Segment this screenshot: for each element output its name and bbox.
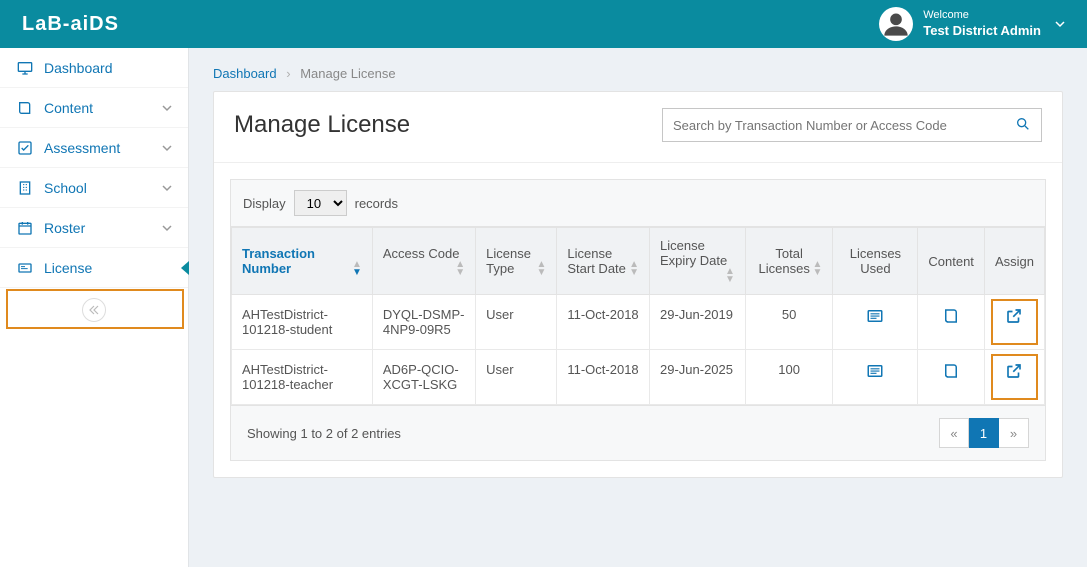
cell-total: 100 (745, 350, 833, 405)
cell-expiry: 29-Jun-2025 (650, 350, 746, 405)
cell-transaction: AHTestDistrict-101218-student (232, 295, 373, 350)
avatar (879, 7, 913, 41)
cell-transaction: AHTestDistrict-101218-teacher (232, 350, 373, 405)
check-icon (16, 140, 34, 156)
table-footer: Showing 1 to 2 of 2 entries « 1 » (231, 405, 1045, 460)
content-button[interactable] (918, 295, 985, 350)
username: Test District Admin (923, 23, 1041, 40)
welcome-label: Welcome (923, 8, 1041, 22)
cell-total: 50 (745, 295, 833, 350)
assign-button[interactable] (984, 350, 1044, 405)
cell-start: 11-Oct-2018 (557, 350, 650, 405)
licenses-used-button[interactable] (833, 350, 918, 405)
user-icon (882, 10, 910, 38)
sidebar-item-content[interactable]: Content (0, 88, 188, 128)
cell-license-type: User (476, 295, 557, 350)
cell-access-code: DYQL-DSMP-4NP9-09R5 (372, 295, 475, 350)
book-icon (16, 100, 34, 116)
topbar: LaB-aiDS Welcome Test District Admin (0, 0, 1087, 48)
chevron-down-icon (1055, 16, 1065, 32)
pager-prev-button[interactable]: « (939, 418, 969, 448)
content-button[interactable] (918, 350, 985, 405)
panel-header: Manage License (214, 92, 1062, 163)
table-row: AHTestDistrict-101218-student DYQL-DSMP-… (232, 295, 1045, 350)
entries-info: Showing 1 to 2 of 2 entries (247, 426, 401, 441)
active-indicator-icon (181, 261, 189, 275)
page-title: Manage License (234, 111, 410, 139)
content-area: Dashboard › Manage License Manage Licens… (189, 48, 1087, 567)
chevron-left-double-icon (89, 305, 99, 315)
sidebar-item-roster[interactable]: Roster (0, 208, 188, 248)
brand-logo: LaB-aiDS (22, 13, 119, 36)
highlight-box (991, 354, 1038, 400)
col-access-code[interactable]: Access Code▲▼ (372, 228, 475, 295)
search-input[interactable] (673, 118, 1015, 133)
book-icon (942, 362, 960, 380)
list-icon (866, 307, 884, 325)
cell-start: 11-Oct-2018 (557, 295, 650, 350)
licenses-used-button[interactable] (833, 295, 918, 350)
chevron-down-icon (162, 220, 172, 236)
sidebar-item-assessment[interactable]: Assessment (0, 128, 188, 168)
breadcrumb-separator: › (286, 66, 290, 81)
pager-page-button[interactable]: 1 (969, 418, 999, 448)
sidebar-item-license[interactable]: License (0, 248, 188, 288)
chevron-down-icon (162, 140, 172, 156)
building-icon (16, 180, 34, 196)
assign-button[interactable] (984, 295, 1044, 350)
table-row: AHTestDistrict-101218-teacher AD6P-QCIO-… (232, 350, 1045, 405)
sidebar-item-label: School (44, 180, 152, 196)
display-records-select[interactable]: 10 (294, 190, 347, 216)
display-row: Display 10 records (231, 180, 1045, 227)
cell-license-type: User (476, 350, 557, 405)
chevron-down-icon (162, 100, 172, 116)
license-table: Transaction Number▲▼ Access Code▲▼ Licen… (231, 227, 1045, 405)
sidebar-item-school[interactable]: School (0, 168, 188, 208)
display-label-pre: Display (243, 196, 286, 211)
pager-next-button[interactable]: » (999, 418, 1029, 448)
sidebar-item-label: Roster (44, 220, 152, 236)
sidebar-collapse-button[interactable] (82, 298, 106, 322)
search-box[interactable] (662, 108, 1042, 142)
col-used: Licenses Used (833, 228, 918, 295)
breadcrumb-root[interactable]: Dashboard (213, 66, 277, 81)
breadcrumb-current: Manage License (300, 66, 395, 81)
user-menu[interactable]: Welcome Test District Admin (879, 7, 1065, 41)
monitor-icon (16, 60, 34, 76)
calendar-icon (16, 220, 34, 236)
sidebar-item-label: License (44, 260, 172, 276)
cell-access-code: AD6P-QCIO-XCGT-LSKG (372, 350, 475, 405)
display-label-post: records (355, 196, 398, 211)
highlight-box (991, 299, 1038, 345)
user-text: Welcome Test District Admin (923, 8, 1041, 39)
card-icon (16, 260, 34, 276)
chevron-down-icon (162, 180, 172, 196)
list-icon (866, 362, 884, 380)
col-expiry-date[interactable]: License Expiry Date▲▼ (650, 228, 746, 295)
sidebar: Dashboard Content Assessment School Rost… (0, 48, 189, 567)
sidebar-item-label: Dashboard (44, 60, 172, 76)
brand-text: LaB-aiDS (22, 13, 119, 35)
sidebar-item-dashboard[interactable]: Dashboard (0, 48, 188, 88)
panel: Manage License Display 10 records (213, 91, 1063, 478)
search-icon[interactable] (1015, 116, 1031, 135)
cell-expiry: 29-Jun-2019 (650, 295, 746, 350)
breadcrumb: Dashboard › Manage License (213, 66, 1063, 81)
col-content: Content (918, 228, 985, 295)
col-transaction[interactable]: Transaction Number▲▼ (232, 228, 373, 295)
sidebar-item-label: Content (44, 100, 152, 116)
col-start-date[interactable]: License Start Date▲▼ (557, 228, 650, 295)
col-total[interactable]: Total Licenses▲▼ (745, 228, 833, 295)
col-assign: Assign (984, 228, 1044, 295)
pager: « 1 » (939, 418, 1029, 448)
col-license-type[interactable]: License Type▲▼ (476, 228, 557, 295)
sidebar-item-label: Assessment (44, 140, 152, 156)
book-icon (942, 307, 960, 325)
table-wrap: Display 10 records Transaction Number▲▼ … (230, 179, 1046, 461)
